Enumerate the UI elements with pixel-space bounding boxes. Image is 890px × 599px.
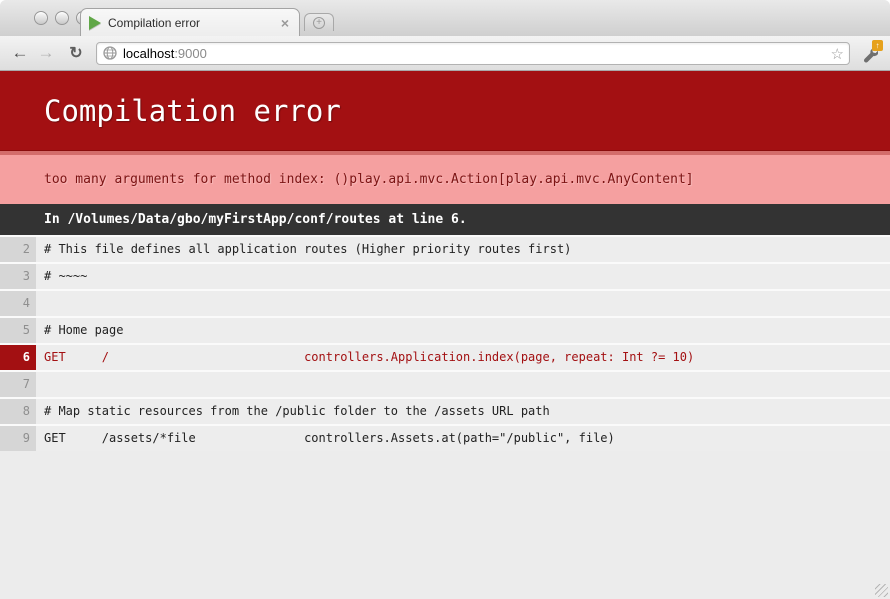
source-line-row: 4 [0, 291, 890, 316]
line-code: GET / controllers.Application.index(page… [36, 345, 694, 370]
tab-close-icon[interactable]: × [279, 15, 291, 31]
plus-icon: + [313, 17, 325, 29]
line-code: # Home page [36, 318, 123, 343]
line-number: 8 [0, 399, 36, 424]
reload-button[interactable]: ↻ [64, 43, 88, 63]
new-tab-button[interactable]: + [304, 13, 334, 31]
url-host: localhost [123, 46, 174, 61]
line-code: GET /assets/*file controllers.Assets.at(… [36, 426, 615, 451]
url-port: :9000 [174, 46, 207, 61]
bookmark-star-icon[interactable]: ☆ [831, 45, 844, 63]
minimize-window-button[interactable] [55, 11, 69, 25]
browser-toolbar: ← → ↻ localhost:9000 ☆ ↑ [0, 36, 890, 71]
url-text: localhost:9000 [123, 46, 207, 61]
tab-strip: Compilation error × + [0, 0, 890, 36]
line-number: 3 [0, 264, 36, 289]
source-line-row: 9 GET /assets/*file controllers.Assets.a… [0, 426, 890, 451]
source-line-row: 5 # Home page [0, 318, 890, 343]
source-code-listing: 2 # This file defines all application ro… [0, 235, 890, 451]
globe-icon [103, 46, 117, 60]
source-line-row: 3 # ~~~~ [0, 264, 890, 289]
tab-compilation-error[interactable]: Compilation error × [80, 8, 300, 36]
line-code [36, 372, 44, 397]
tab-title: Compilation error [108, 16, 279, 30]
wrench-menu-button[interactable]: ↑ [858, 41, 882, 65]
line-number: 5 [0, 318, 36, 343]
line-code: # This file defines all application rout… [36, 237, 571, 262]
play-favicon-icon [89, 16, 101, 30]
line-number: 4 [0, 291, 36, 316]
error-location: In /Volumes/Data/gbo/myFirstApp/conf/rou… [0, 204, 890, 235]
line-number: 9 [0, 426, 36, 451]
back-button[interactable]: ← [8, 43, 32, 63]
source-line-row: 6 GET / controllers.Application.index(pa… [0, 345, 890, 370]
line-code [36, 291, 44, 316]
update-badge-icon: ↑ [872, 40, 883, 51]
line-number: 7 [0, 372, 36, 397]
address-bar[interactable]: localhost:9000 ☆ [96, 42, 850, 65]
page-title: Compilation error [0, 71, 890, 151]
close-window-button[interactable] [34, 11, 48, 25]
source-line-row: 8 # Map static resources from the /publi… [0, 399, 890, 424]
line-number: 2 [0, 237, 36, 262]
line-code: # ~~~~ [36, 264, 87, 289]
source-line-row: 2 # This file defines all application ro… [0, 237, 890, 262]
line-code: # Map static resources from the /public … [36, 399, 550, 424]
browser-window: Compilation error × + ← → ↻ localhost:90… [0, 0, 890, 599]
source-line-row: 7 [0, 372, 890, 397]
resize-grip[interactable] [875, 584, 888, 597]
error-page: Compilation error too many arguments for… [0, 71, 890, 599]
forward-button[interactable]: → [34, 43, 58, 63]
error-detail: too many arguments for method index: ()p… [0, 151, 890, 204]
line-number: 6 [0, 345, 36, 370]
